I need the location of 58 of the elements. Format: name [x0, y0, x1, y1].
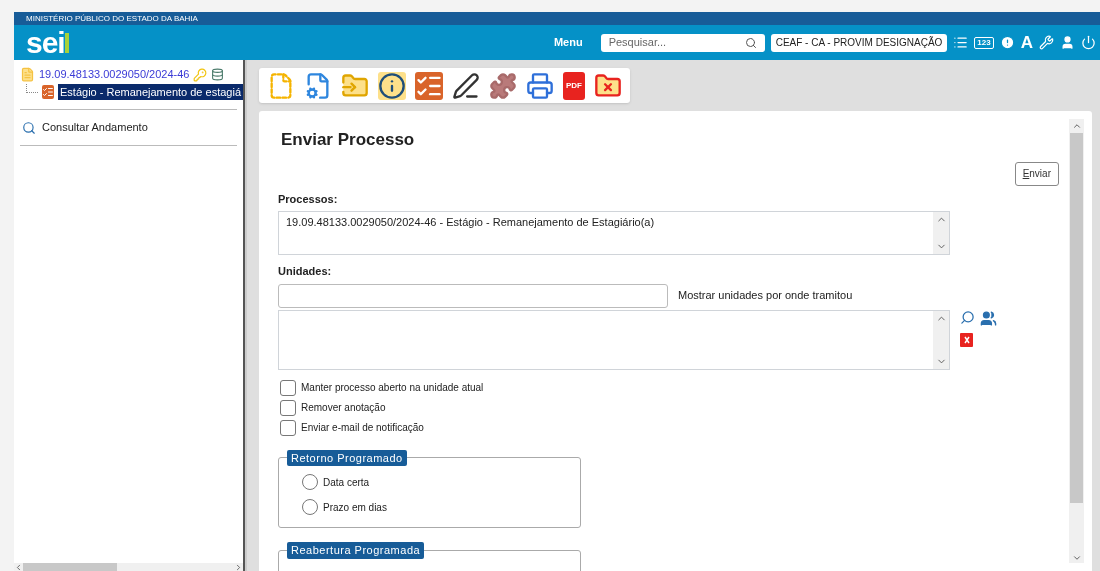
- radio-label: Data certa: [323, 475, 370, 490]
- unit-input[interactable]: [278, 283, 668, 308]
- search-icon[interactable]: [960, 309, 975, 325]
- scroll-up-icon[interactable]: [1071, 121, 1082, 131]
- sidebar-item[interactable]: Consultar Andamento: [20, 110, 237, 146]
- org-bar: MINISTÉRIO PÚBLICO DO ESTADO DA BAHIA: [14, 12, 1100, 25]
- checklist-icon[interactable]: [415, 71, 443, 100]
- tools-icon[interactable]: [1039, 35, 1054, 50]
- document-link[interactable]: Estágio - Remanejamento de estagiá: [58, 83, 243, 101]
- scroll-down-icon[interactable]: [1071, 553, 1082, 563]
- page-title: Enviar Processo: [280, 129, 416, 151]
- field-label: Processos:: [278, 191, 339, 207]
- printer-icon[interactable]: [526, 71, 554, 100]
- search-box[interactable]: Pesquisar...: [600, 33, 765, 52]
- counter-icon[interactable]: 123: [974, 36, 994, 49]
- font-size-icon[interactable]: A: [1020, 34, 1033, 51]
- list-box[interactable]: 19.09.48133.0029050/2024-46 - Estágio - Remanejamento de Estagiário(a): [278, 211, 950, 255]
- horizontal-scrollbar[interactable]: [14, 563, 243, 571]
- unit-selector[interactable]: CEAF - CA - PROVIM DESIGNAÇÃO: [770, 33, 948, 52]
- database-icon[interactable]: [211, 68, 225, 81]
- send-button[interactable]: Enviar: [1014, 161, 1059, 186]
- logo-mark-icon: [64, 32, 69, 53]
- process-link[interactable]: 19.09.48133.0029050/2024-46: [39, 66, 190, 83]
- checkbox-label: Manter processo aberto na unidade atual: [301, 381, 484, 395]
- users-icon[interactable]: [980, 309, 997, 327]
- fieldset-legend: Reabertura Programada: [287, 542, 425, 559]
- checkbox[interactable]: [280, 399, 296, 416]
- radio-button[interactable]: [302, 499, 318, 515]
- list-item[interactable]: 19.09.48133.0029050/2024-46 - Estágio - Remanejamento de Estagiário(a): [286, 214, 931, 231]
- scroll-left-icon[interactable]: [14, 562, 23, 571]
- logout-icon[interactable]: [1081, 35, 1096, 50]
- show-units-link[interactable]: Mostrar unidades por onde tramitou: [678, 287, 853, 304]
- logo: sei: [26, 27, 65, 58]
- fieldset-legend: Retorno Programado: [287, 449, 407, 466]
- pen-icon[interactable]: [452, 71, 480, 100]
- folder-close-icon[interactable]: [594, 71, 622, 100]
- checkbox[interactable]: [280, 419, 296, 436]
- document-gear-icon[interactable]: [304, 71, 332, 100]
- puzzle-icon[interactable]: [489, 71, 517, 100]
- radio-button[interactable]: [302, 474, 318, 490]
- field-label: Unidades:: [278, 264, 333, 279]
- menu-link[interactable]: Menu: [553, 34, 583, 51]
- remove-icon[interactable]: [960, 332, 973, 347]
- user-icon[interactable]: [1060, 35, 1075, 50]
- checkbox-label: Remover anotação: [301, 401, 386, 415]
- radio-label: Prazo em dias: [323, 500, 387, 515]
- alert-icon[interactable]: [999, 35, 1015, 50]
- pdf-icon[interactable]: PDF: [563, 71, 585, 100]
- search-field[interactable]: Pesquisar...: [608, 34, 745, 51]
- document-icon[interactable]: [42, 85, 54, 99]
- scroll-right-icon[interactable]: [234, 562, 243, 571]
- checkbox-label: Enviar e-mail de notificação: [301, 421, 424, 435]
- checkbox[interactable]: [280, 379, 296, 396]
- search-icon[interactable]: [744, 36, 757, 49]
- list-icon[interactable]: [953, 35, 969, 50]
- folder-arrow-icon[interactable]: [341, 71, 369, 100]
- search-icon: [22, 120, 36, 135]
- vertical-scrollbar[interactable]: [1069, 119, 1084, 563]
